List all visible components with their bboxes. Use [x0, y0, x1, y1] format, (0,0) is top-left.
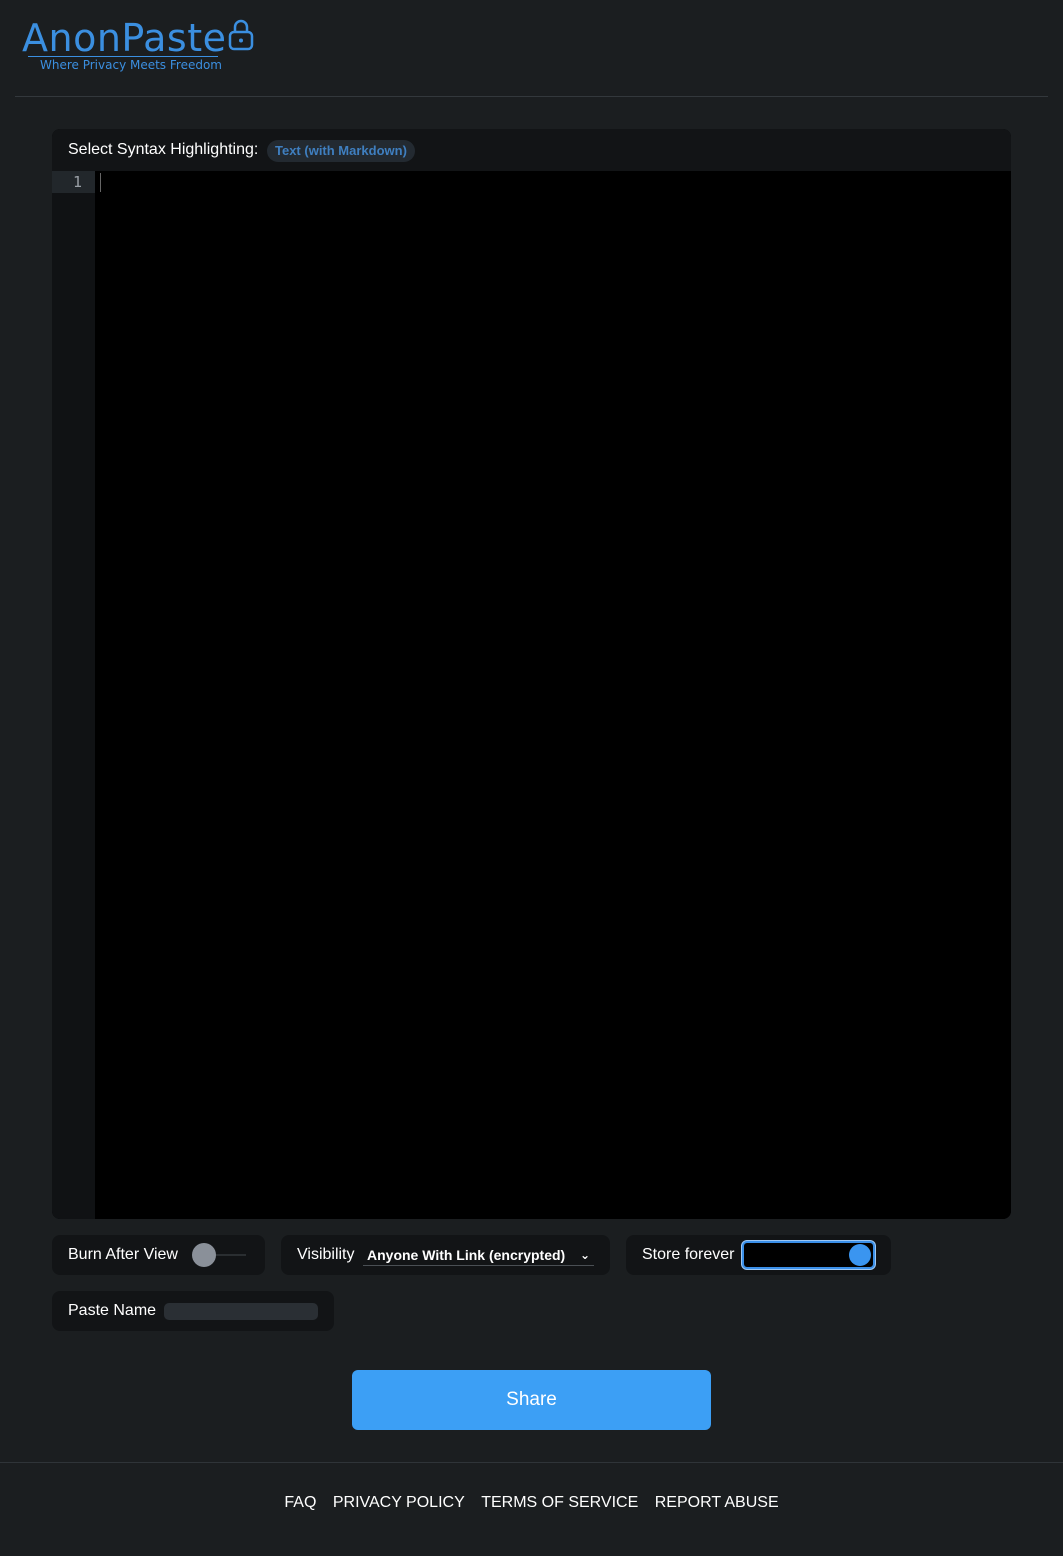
text-caret — [100, 173, 101, 192]
syntax-select[interactable]: Text (with Markdown) — [267, 140, 415, 162]
chevron-down-icon: ⌄ — [579, 1248, 590, 1262]
footer-link-terms-of-service[interactable]: TERMS OF SERVICE — [481, 1494, 638, 1511]
site-header: AnonPaste Where Privacy Meets Freedom — [0, 0, 1063, 97]
header-divider — [15, 96, 1048, 97]
store-forever-option: Store forever — [626, 1235, 891, 1275]
footer-nav: FAQ PRIVACY POLICY TERMS OF SERVICE REPO… — [0, 1494, 1063, 1512]
paste-name-label: Paste Name — [68, 1302, 157, 1319]
burn-after-view-label: Burn After View — [68, 1246, 178, 1263]
store-forever-toggle[interactable] — [742, 1241, 875, 1269]
visibility-label: Visibility — [297, 1246, 355, 1263]
logo-underline — [28, 56, 218, 57]
brand-name: AnonPaste — [22, 16, 227, 60]
visibility-select[interactable]: Anyone With Link (encrypted) ⌄ — [363, 1245, 594, 1266]
store-toggle-knob — [849, 1244, 871, 1266]
footer-divider — [0, 1462, 1063, 1463]
editor-panel: Select Syntax Highlighting: Text (with M… — [52, 129, 1011, 1219]
store-forever-label: Store forever — [642, 1246, 735, 1263]
visibility-option: Visibility Anyone With Link (encrypted) … — [281, 1235, 610, 1275]
share-button[interactable]: Share — [352, 1370, 711, 1430]
syntax-label: Select Syntax Highlighting: — [68, 141, 259, 158]
footer-link-privacy-policy[interactable]: PRIVACY POLICY — [333, 1494, 465, 1511]
footer-link-report-abuse[interactable]: REPORT ABUSE — [655, 1494, 779, 1511]
code-editor[interactable] — [95, 171, 1011, 1219]
paste-name-option: Paste Name — [52, 1291, 334, 1331]
line-number: 1 — [52, 171, 95, 193]
visibility-value: Anyone With Link (encrypted) — [367, 1247, 566, 1263]
footer-link-faq[interactable]: FAQ — [284, 1494, 316, 1511]
lock-icon — [228, 19, 254, 51]
editor-toolbar: Select Syntax Highlighting: Text (with M… — [52, 129, 1011, 171]
paste-name-input[interactable] — [164, 1303, 318, 1320]
burn-after-view-option: Burn After View — [52, 1235, 265, 1275]
burn-after-view-toggle[interactable] — [192, 1243, 216, 1267]
brand-tagline: Where Privacy Meets Freedom — [40, 58, 222, 72]
logo[interactable]: AnonPaste Where Privacy Meets Freedom — [22, 14, 254, 72]
line-gutter: 1 — [52, 171, 95, 1219]
